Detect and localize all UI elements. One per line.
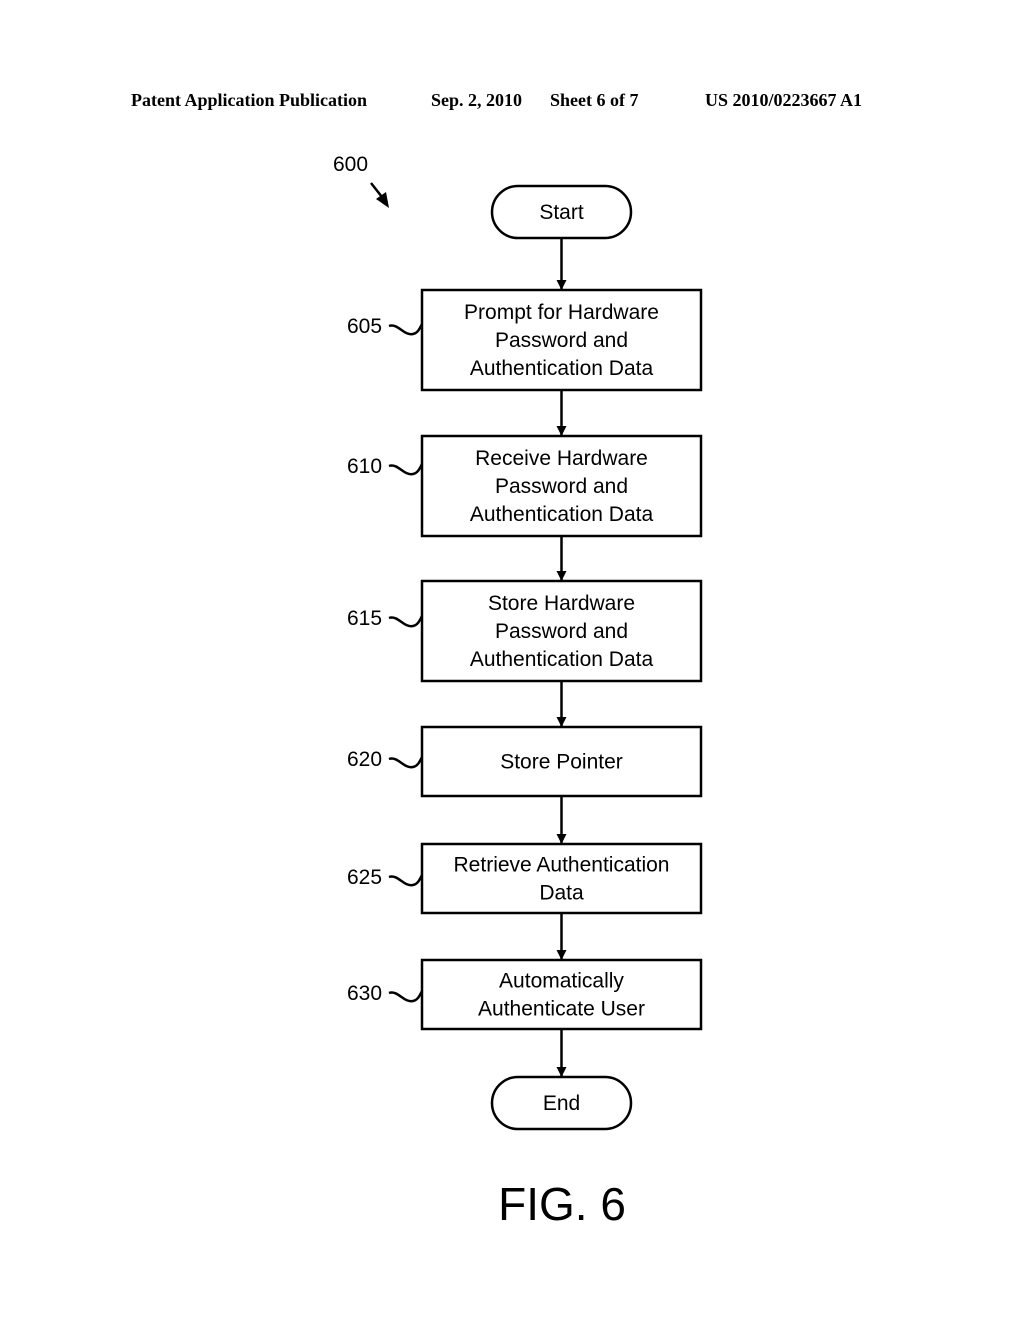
step-text-line: Data: [539, 882, 584, 905]
step-ref-label: 625: [347, 866, 382, 889]
step-ref-label: 605: [347, 315, 382, 338]
leader-line: [388, 756, 424, 769]
leader-line: [388, 463, 424, 476]
start-terminator: Start: [490, 184, 633, 240]
step-text-line: Authenticate User: [478, 998, 645, 1021]
step-text-line: Authentication Data: [470, 648, 654, 671]
leader-line: [388, 615, 424, 628]
leader-line: [388, 323, 424, 336]
step-text-line: Prompt for Hardware: [464, 301, 659, 324]
step-ref-label: 610: [347, 455, 382, 478]
step-ref-label: 630: [347, 982, 382, 1005]
step-text-line: Password and: [495, 329, 628, 352]
step-text-line: Authentication Data: [470, 357, 654, 380]
process-step-615: Store Hardware Password and Authentication…: [347, 579, 703, 683]
process-step-620: Store Pointer 620: [347, 725, 703, 798]
diagram-ref-label: 600: [333, 153, 368, 176]
process-step-610: Receive Hardware Password and Authenticati…: [347, 434, 703, 538]
figure-label: FIG. 6: [498, 1178, 626, 1230]
step-text-line: Authentication Data: [470, 503, 654, 526]
end-terminator: End: [490, 1075, 633, 1131]
step-ref-label: 620: [347, 748, 382, 771]
step-ref-label: 615: [347, 607, 382, 630]
end-label: End: [543, 1092, 580, 1115]
leader-line: [388, 874, 424, 887]
step-text-line: Retrieve Authentication: [454, 854, 670, 877]
step-text-line: Receive Hardware: [475, 447, 648, 470]
diagram-ref-arrow: [370, 182, 389, 208]
start-label: Start: [539, 201, 584, 224]
step-text-line: Store Pointer: [500, 751, 623, 774]
step-text-line: Store Hardware: [488, 592, 635, 615]
step-text-line: Password and: [495, 620, 628, 643]
step-text-line: Automatically: [499, 970, 624, 993]
process-step-630: Automatically Authenticate User 630: [347, 958, 703, 1031]
leader-line: [388, 990, 424, 1003]
step-text-line: Password and: [495, 475, 628, 498]
process-step-605: Prompt for Hardware Password and Authentic…: [347, 288, 703, 392]
flowchart: 600 Start Prompt for Hardware Password an…: [333, 153, 703, 1230]
process-step-625: Retrieve Authentication Data 625: [347, 842, 703, 915]
